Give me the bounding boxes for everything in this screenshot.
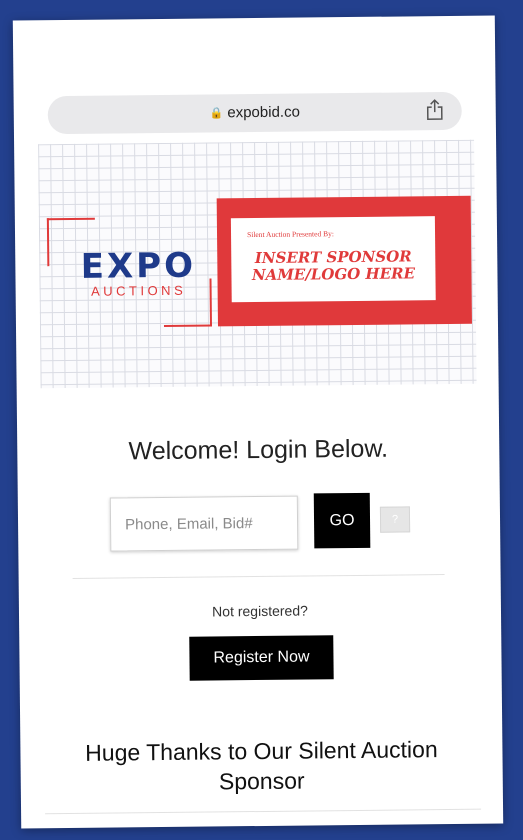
bottom-divider [45, 808, 482, 815]
sponsor-name-placeholder: INSERT SPONSOR NAME/LOGO HERE [231, 247, 435, 285]
not-registered-text: Not registered? [212, 602, 308, 620]
go-button[interactable]: GO [313, 492, 371, 549]
sponsor-thanks-heading: Huge Thanks to Our Silent Auction Sponso… [85, 736, 438, 795]
mobile-page-card: 🔒 expobid.co EXPO AUCTIONS Silent Auction… [12, 15, 504, 829]
share-icon[interactable] [426, 99, 444, 121]
url-display[interactable]: 🔒 expobid.co [48, 102, 462, 123]
sponsor-line-2: NAME/LOGO HERE [251, 264, 416, 285]
expo-logo-text: EXPO [80, 245, 197, 287]
help-button[interactable]: ? [379, 506, 411, 533]
login-identifier-input[interactable] [109, 495, 299, 552]
sponsor-placeholder: Silent Auction Presented By: INSERT SPON… [216, 195, 472, 327]
login-heading: Welcome! Login Below. [128, 434, 389, 466]
lock-icon: 🔒 [209, 107, 224, 120]
address-bar[interactable]: 🔒 expobid.co [47, 91, 462, 135]
event-banner: EXPO AUCTIONS Silent Auction Presented B… [38, 139, 477, 389]
url-text: expobid.co [227, 103, 300, 122]
auctions-logo-text: AUCTIONS [90, 282, 187, 299]
sponsor-placeholder-inner: Silent Auction Presented By: INSERT SPON… [230, 216, 436, 303]
register-now-button[interactable]: Register Now [189, 635, 334, 681]
sponsor-presented-by: Silent Auction Presented By: [246, 229, 334, 240]
divider [72, 574, 445, 579]
